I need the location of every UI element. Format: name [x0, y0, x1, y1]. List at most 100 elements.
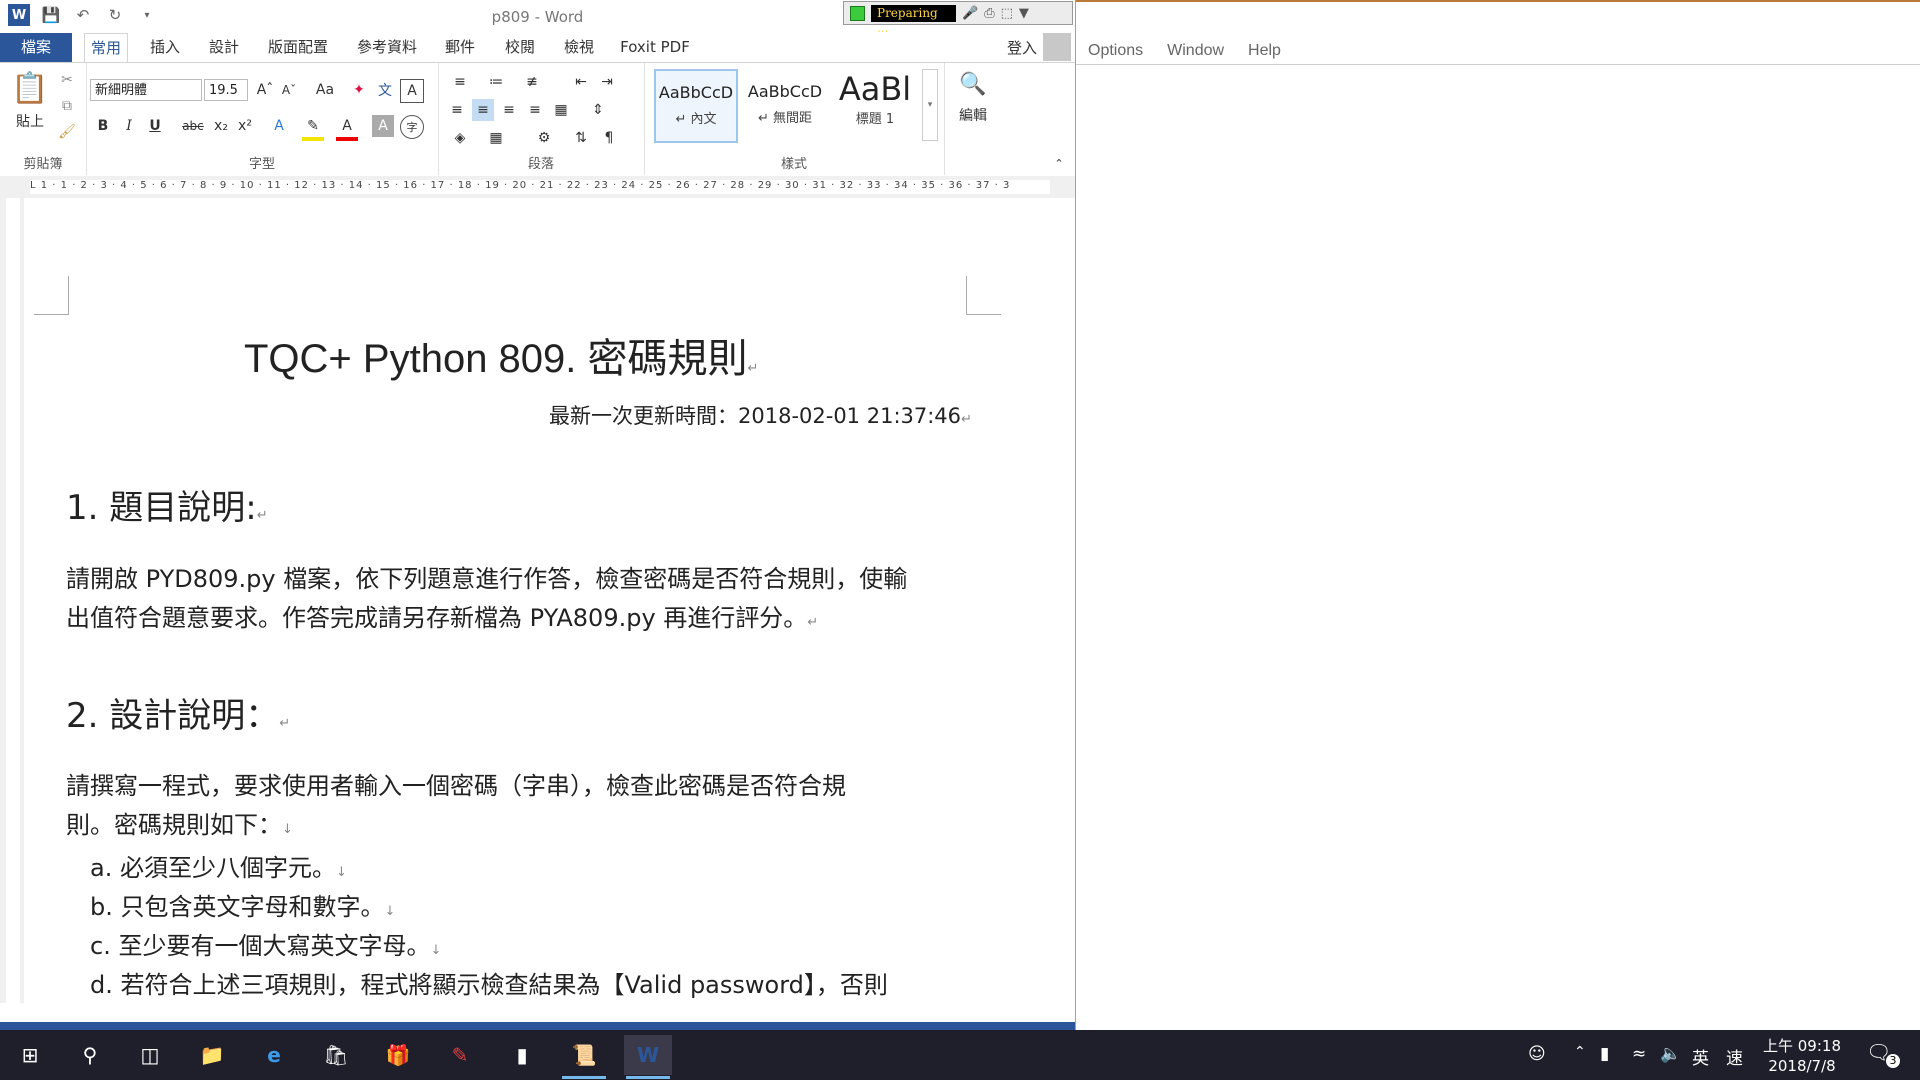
document-page[interactable]: TQC+ Python 809. 密碼規則↵ 最新一次更新時間：2018-02-… [24, 198, 1054, 1003]
paste-icon[interactable]: 📋 [10, 69, 50, 107]
subscript-icon[interactable]: x₂ [210, 115, 232, 137]
body-line: 出值符合題意要求。作答完成請另存新檔為 PYA809.py 再進行評分。↵ [66, 599, 996, 642]
list-item: a. 必須至少八個字元。↓ [90, 848, 347, 883]
sort-icon[interactable]: ⇅ [570, 127, 592, 149]
tab-references[interactable]: 參考資料 [352, 33, 422, 62]
store-icon[interactable]: 🛍 [312, 1035, 360, 1075]
tab-file[interactable]: 檔案 [0, 33, 72, 62]
font-name-dropdown[interactable]: 新細明體 [90, 79, 202, 101]
numbering-icon[interactable]: ≔ [482, 71, 510, 93]
tab-view[interactable]: 檢視 [557, 33, 601, 62]
document-title-text: TQC+ Python 809. 密碼規則 [244, 337, 748, 381]
grow-font-icon[interactable]: Aˆ [254, 79, 276, 101]
clear-formatting-icon[interactable]: ✦ [348, 79, 370, 101]
styles-scroll-icon[interactable]: ▾ [922, 69, 938, 141]
menu-options[interactable]: Options [1088, 42, 1143, 60]
microphone-icon[interactable]: 🎤 [962, 6, 978, 21]
change-case-icon[interactable]: Aa [310, 79, 340, 101]
clock-date: 2018/7/8 [1768, 1057, 1836, 1075]
underline-icon[interactable]: U [144, 115, 166, 137]
gift-app-icon[interactable]: 🎁 [374, 1035, 422, 1075]
copy-icon[interactable]: ⧉ [56, 95, 78, 117]
show-hidden-icons-icon[interactable]: ⌃ [1574, 1044, 1586, 1060]
style-no-spacing[interactable]: AaBbCcD ↵ 無間距 [744, 69, 826, 141]
justify-icon[interactable]: ≡ [524, 99, 546, 121]
text-effects-icon[interactable]: A [268, 115, 290, 137]
strikethrough-icon[interactable]: abc [178, 115, 208, 137]
python-idle-icon[interactable]: 📜 [560, 1035, 608, 1079]
search-icon[interactable]: ⚲ [66, 1035, 114, 1075]
font-group-label: 字型 [248, 157, 275, 172]
status-bar [0, 1022, 1075, 1030]
task-view-icon[interactable]: ◫ [126, 1035, 174, 1075]
collapse-ribbon-icon[interactable]: ⌃ [1050, 155, 1068, 171]
show-marks-icon[interactable]: ¶ [598, 127, 620, 149]
tab-foxit-pdf[interactable]: Foxit PDF [618, 33, 692, 62]
style-heading-1[interactable]: AaBl 標題 1 [834, 69, 916, 141]
highlight-icon[interactable]: ✎ [302, 115, 324, 141]
format-painter-icon[interactable]: 🖌 [56, 121, 78, 143]
avatar[interactable] [1043, 33, 1071, 61]
battery-icon[interactable]: ▮ [1600, 1044, 1609, 1064]
multilevel-list-icon[interactable]: ≢ [518, 71, 546, 93]
font-color-icon[interactable]: A [336, 115, 358, 141]
tab-layout[interactable]: 版面配置 [264, 33, 332, 62]
tab-review[interactable]: 校閱 [498, 33, 542, 62]
list-item-text: c. 至少要有一個大寫英文字母。 [90, 932, 431, 960]
vertical-ruler[interactable] [0, 198, 24, 1003]
distributed-icon[interactable]: ▦ [550, 99, 572, 121]
ime-language[interactable]: 英 [1692, 1044, 1709, 1069]
file-explorer-icon[interactable]: 📁 [188, 1035, 236, 1075]
clock[interactable]: 上午 09:18 2018/7/8 [1763, 1036, 1841, 1076]
pdf-reader-icon[interactable]: ✎ [436, 1035, 484, 1075]
tab-mailings[interactable]: 郵件 [438, 33, 482, 62]
word-window: W 💾 ↶ ↻ ▾ p809 - Word Preparing ... 🎤 ⎙ … [0, 0, 1076, 1030]
camera-icon[interactable]: ⎙ [984, 6, 994, 21]
edge-browser-icon[interactable]: e [250, 1035, 298, 1075]
editing-button[interactable]: 編輯 [948, 105, 998, 125]
style-normal[interactable]: AaBbCcD ↵ 內文 [654, 69, 738, 143]
command-prompt-icon[interactable]: ▮ [498, 1035, 546, 1075]
align-left-icon[interactable]: ≡ [446, 99, 468, 121]
phonetic-guide-icon[interactable]: 文 [374, 79, 396, 101]
tab-design[interactable]: 設計 [202, 33, 246, 62]
find-binoculars-icon[interactable]: 🔍 [956, 69, 990, 99]
shrink-font-icon[interactable]: Aˇ [278, 79, 300, 101]
start-windows-icon[interactable]: ⊞ [6, 1035, 54, 1075]
increase-indent-icon[interactable]: ⇥ [596, 71, 618, 93]
font-size-dropdown[interactable]: 19.5 [204, 79, 248, 101]
borders-icon[interactable]: ▦ [482, 127, 510, 149]
align-right-icon[interactable]: ≡ [498, 99, 520, 121]
people-icon[interactable]: ☺ [1528, 1044, 1546, 1064]
volume-icon[interactable]: 🔈 [1660, 1044, 1681, 1064]
align-center-icon[interactable]: ≡ [472, 99, 494, 121]
character-shading-icon[interactable]: A [372, 115, 394, 137]
shading-icon[interactable]: ◈ [446, 127, 474, 149]
ribbon: 📋 貼上 ✂ ⧉ 🖌 剪貼簿 新細明體 19.5 Aˆ Aˇ Aa ✦ 文 A … [0, 62, 1075, 177]
bold-icon[interactable]: B [92, 115, 114, 137]
superscript-icon[interactable]: x² [234, 115, 256, 137]
style-preview: AaBbCcD [658, 83, 734, 102]
decrease-indent-icon[interactable]: ⇤ [570, 71, 592, 93]
ime-mode[interactable]: 速 [1726, 1044, 1743, 1069]
wifi-icon[interactable]: ≈ [1632, 1044, 1646, 1064]
recorder-menu-icon[interactable]: ▼ [1019, 6, 1029, 21]
paste-button[interactable]: 貼上 [10, 111, 50, 131]
updated-time-text: 最新一次更新時間：2018-02-01 21:37:46 [549, 404, 962, 428]
region-select-icon[interactable]: ⬚ [1001, 6, 1013, 21]
menu-help[interactable]: Help [1248, 42, 1281, 60]
cut-icon[interactable]: ✂ [56, 69, 78, 91]
menu-window[interactable]: Window [1167, 42, 1224, 60]
tab-insert[interactable]: 插入 [143, 33, 187, 62]
word-taskbar-icon[interactable]: W [624, 1035, 672, 1079]
line-spacing-icon[interactable]: ⇕ [584, 99, 612, 121]
horizontal-ruler[interactable]: L 1 · 1 · 2 · 3 · 4 · 5 · 6 · 7 · 8 · 9 … [0, 176, 1075, 198]
character-border-icon[interactable]: A [400, 79, 424, 103]
style-preview: AaBbCcD [747, 82, 823, 101]
tab-home[interactable]: 常用 [84, 33, 128, 63]
sign-in-link[interactable]: 登入 [1007, 37, 1037, 58]
bullets-icon[interactable]: ≡ [446, 71, 474, 93]
enclose-characters-icon[interactable]: 字 [400, 115, 424, 139]
asian-layout-icon[interactable]: ⚙ [530, 127, 558, 149]
italic-icon[interactable]: I [118, 115, 140, 137]
